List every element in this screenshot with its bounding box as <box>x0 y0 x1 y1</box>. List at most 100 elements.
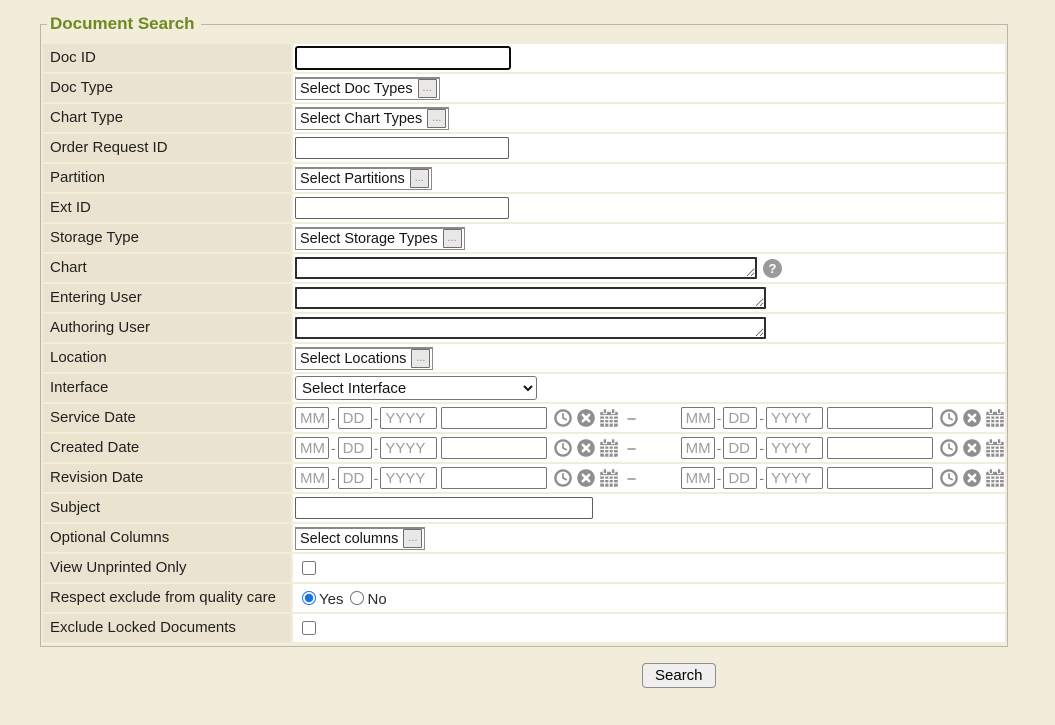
created-date-from-group: - - <box>295 437 619 459</box>
created-date-to-group: - - <box>681 437 1005 459</box>
ext-id-label: Ext ID <box>43 194 291 222</box>
created-date-from-day-input[interactable] <box>338 437 372 459</box>
date-part-separator: - <box>759 440 764 456</box>
service-date-to-day-input[interactable] <box>723 407 757 429</box>
revision-date-from-day-input[interactable] <box>338 467 372 489</box>
created-date-from-calendar-icon[interactable] <box>599 438 619 458</box>
created-date-to-month-input[interactable] <box>681 437 715 459</box>
revision-date-to-day-input[interactable] <box>723 467 757 489</box>
revision-date-to-time-input[interactable] <box>827 467 933 489</box>
respect-exclude-no-radio[interactable] <box>350 591 364 605</box>
revision-date-from-year-input[interactable] <box>380 467 437 489</box>
row-partition: Partition Select Partitions ... <box>43 164 1005 192</box>
created-date-from-time-input[interactable] <box>441 437 547 459</box>
created-date-from-clock-icon[interactable] <box>553 438 573 458</box>
optional-columns-picker[interactable]: Select columns ... <box>295 527 425 550</box>
service-date-from-month-input[interactable] <box>295 407 329 429</box>
chart-type-browse-button[interactable]: ... <box>427 109 446 128</box>
date-part-separator: - <box>717 440 722 456</box>
form-actions: Search <box>642 663 1055 688</box>
view-unprinted-only-label: View Unprinted Only <box>43 554 291 582</box>
respect-exclude-yes-radio[interactable] <box>302 591 316 605</box>
entering-user-textarea[interactable] <box>295 287 766 309</box>
service-date-label: Service Date <box>43 404 291 432</box>
date-part-separator: - <box>331 440 336 456</box>
revision-date-from-month-input[interactable] <box>295 467 329 489</box>
service-date-from-clear-icon[interactable] <box>576 408 596 428</box>
doc-type-picker[interactable]: Select Doc Types ... <box>295 77 440 100</box>
revision-date-from-calendar-icon[interactable] <box>599 468 619 488</box>
panel-title: Document Search <box>47 14 201 34</box>
optional-columns-picker-label: Select columns <box>300 531 398 547</box>
row-chart: Chart ? <box>43 254 1005 282</box>
service-date-to-month-input[interactable] <box>681 407 715 429</box>
revision-date-to-year-input[interactable] <box>766 467 823 489</box>
service-date-to-time-input[interactable] <box>827 407 933 429</box>
storage-type-browse-button[interactable]: ... <box>443 229 462 248</box>
location-picker-label: Select Locations <box>300 351 406 367</box>
service-date-from-day-input[interactable] <box>338 407 372 429</box>
row-view-unprinted-only: View Unprinted Only <box>43 554 1005 582</box>
service-date-from-calendar-icon[interactable] <box>599 408 619 428</box>
revision-date-from-clock-icon[interactable] <box>553 468 573 488</box>
service-date-to-clock-icon[interactable] <box>939 408 959 428</box>
created-date-to-day-input[interactable] <box>723 437 757 459</box>
created-date-from-year-input[interactable] <box>380 437 437 459</box>
partition-browse-button[interactable]: ... <box>410 169 429 188</box>
row-subject: Subject <box>43 494 1005 522</box>
doc-id-input[interactable] <box>295 46 511 70</box>
revision-date-from-clear-icon[interactable] <box>576 468 596 488</box>
storage-type-picker[interactable]: Select Storage Types ... <box>295 227 465 250</box>
partition-label: Partition <box>43 164 291 192</box>
optional-columns-browse-button[interactable]: ... <box>403 529 422 548</box>
service-date-from-year-input[interactable] <box>380 407 437 429</box>
authoring-user-cell <box>293 314 1005 342</box>
service-date-to-clear-icon[interactable] <box>962 408 982 428</box>
row-authoring-user: Authoring User <box>43 314 1005 342</box>
interface-select[interactable]: Select Interface <box>295 376 537 400</box>
chart-help-icon[interactable]: ? <box>763 259 782 278</box>
row-entering-user: Entering User <box>43 284 1005 312</box>
exclude-locked-checkbox[interactable] <box>302 621 316 635</box>
created-date-to-calendar-icon[interactable] <box>985 438 1005 458</box>
row-created-date: Created Date - - – - - <box>43 434 1005 462</box>
service-date-from-clock-icon[interactable] <box>553 408 573 428</box>
revision-date-to-clear-icon[interactable] <box>962 468 982 488</box>
revision-date-to-clock-icon[interactable] <box>939 468 959 488</box>
partition-picker[interactable]: Select Partitions ... <box>295 167 432 190</box>
row-revision-date: Revision Date - - – - - <box>43 464 1005 492</box>
location-browse-button[interactable]: ... <box>411 349 430 368</box>
chart-cell: ? <box>293 254 1005 282</box>
service-date-to-calendar-icon[interactable] <box>985 408 1005 428</box>
revision-date-to-calendar-icon[interactable] <box>985 468 1005 488</box>
revision-date-to-month-input[interactable] <box>681 467 715 489</box>
respect-exclude-yes-label: Yes <box>319 591 343 608</box>
row-optional-columns: Optional Columns Select columns ... <box>43 524 1005 552</box>
location-picker[interactable]: Select Locations ... <box>295 347 433 370</box>
created-date-to-clear-icon[interactable] <box>962 438 982 458</box>
date-part-separator: - <box>374 440 379 456</box>
created-date-to-time-input[interactable] <box>827 437 933 459</box>
revision-date-to-group: - - <box>681 467 1005 489</box>
search-button[interactable]: Search <box>642 663 716 688</box>
created-date-to-year-input[interactable] <box>766 437 823 459</box>
created-date-from-month-input[interactable] <box>295 437 329 459</box>
doc-type-picker-label: Select Doc Types <box>300 81 413 97</box>
doc-type-browse-button[interactable]: ... <box>418 79 437 98</box>
created-date-from-clear-icon[interactable] <box>576 438 596 458</box>
revision-date-from-time-input[interactable] <box>441 467 547 489</box>
view-unprinted-only-checkbox[interactable] <box>302 561 316 575</box>
document-search-panel: Document Search Doc ID Doc Type Select D… <box>40 14 1008 647</box>
storage-type-label: Storage Type <box>43 224 291 252</box>
chart-type-picker[interactable]: Select Chart Types ... <box>295 107 449 130</box>
row-doc-id: Doc ID <box>43 44 1005 72</box>
authoring-user-label: Authoring User <box>43 314 291 342</box>
service-date-from-time-input[interactable] <box>441 407 547 429</box>
subject-input[interactable] <box>295 497 593 519</box>
service-date-to-year-input[interactable] <box>766 407 823 429</box>
order-request-id-input[interactable] <box>295 137 509 159</box>
authoring-user-textarea[interactable] <box>295 317 766 339</box>
ext-id-input[interactable] <box>295 197 509 219</box>
created-date-to-clock-icon[interactable] <box>939 438 959 458</box>
chart-textarea[interactable] <box>295 257 757 279</box>
